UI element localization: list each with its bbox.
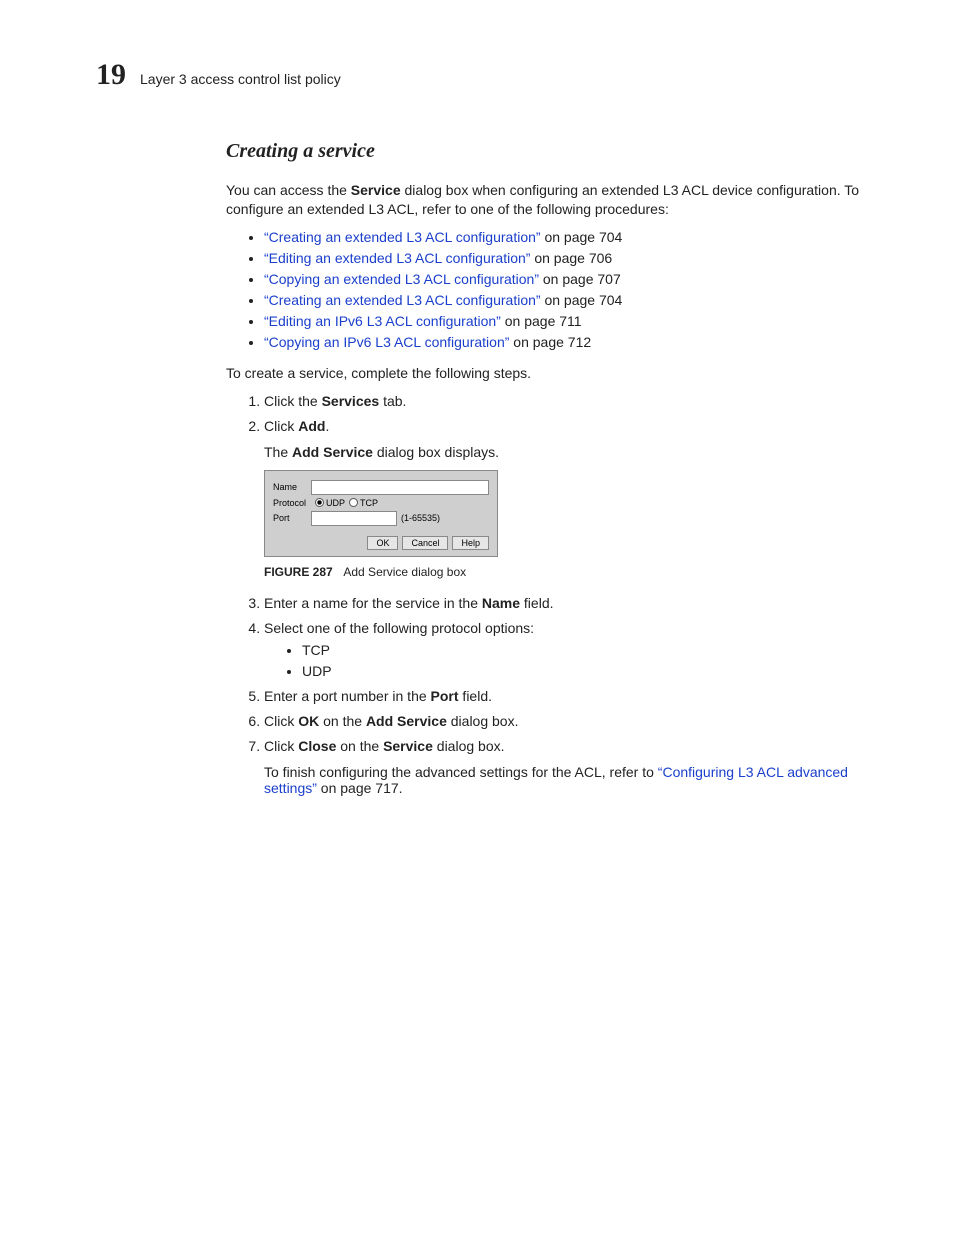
step-5: Enter a port number in the Port field. (264, 688, 898, 704)
list-item: UDP (302, 663, 898, 679)
ok-button[interactable]: OK (367, 536, 398, 550)
xref-link[interactable]: “Editing an extended L3 ACL configuratio… (264, 250, 530, 266)
text: field. (459, 688, 492, 704)
list-item: TCP (302, 642, 898, 658)
udp-radio[interactable] (315, 498, 324, 507)
text-bold: Services (322, 393, 380, 409)
list-item: “Creating an extended L3 ACL configurati… (264, 292, 898, 308)
text: The (264, 444, 292, 460)
step-1: Click the Services tab. (264, 393, 898, 409)
step-7: Click Close on the Service dialog box. T… (264, 738, 898, 796)
dialog-port-label: Port (273, 513, 311, 523)
xref-link[interactable]: “Copying an extended L3 ACL configuratio… (264, 271, 539, 287)
text: dialog box. (447, 713, 519, 729)
xref-page: on page 706 (530, 250, 612, 266)
list-item: “Editing an IPv6 L3 ACL configuration” o… (264, 313, 898, 329)
cancel-button[interactable]: Cancel (402, 536, 448, 550)
text-bold: Port (431, 688, 459, 704)
xref-link[interactable]: “Creating an extended L3 ACL configurati… (264, 229, 541, 245)
step-sub: The Add Service dialog box displays. (264, 444, 898, 460)
xref-page: on page 712 (509, 334, 591, 350)
step-6: Click OK on the Add Service dialog box. (264, 713, 898, 729)
name-field[interactable] (311, 480, 489, 495)
step-2: Click Add. The Add Service dialog box di… (264, 418, 898, 579)
chapter-number: 19 (96, 58, 126, 92)
text: . (325, 418, 329, 434)
intro-paragraph: You can access the Service dialog box wh… (226, 181, 898, 219)
udp-radio-label: UDP (326, 498, 345, 508)
tcp-radio[interactable] (349, 498, 358, 507)
text-bold: Name (482, 595, 520, 611)
tcp-radio-label: TCP (360, 498, 378, 508)
xref-page: on page 704 (541, 229, 623, 245)
text-bold: Service (351, 182, 401, 198)
text: Enter a name for the service in the (264, 595, 482, 611)
text: dialog box. (433, 738, 505, 754)
step-sub: To finish configuring the advanced setti… (264, 764, 898, 796)
text: Enter a port number in the (264, 688, 431, 704)
procedure-steps: Click the Services tab. Click Add. The A… (226, 393, 898, 796)
text-bold: Service (383, 738, 433, 754)
text: on the (336, 738, 383, 754)
text: tab. (379, 393, 406, 409)
figure-label: FIGURE 287 (264, 565, 333, 579)
add-service-dialog: Name Protocol UDP TCP Port (1-65535) (264, 470, 498, 557)
protocol-options: TCP UDP (264, 642, 898, 679)
port-field[interactable] (311, 511, 397, 526)
dialog-name-label: Name (273, 482, 311, 492)
figure-title: Add Service dialog box (343, 565, 466, 579)
text: dialog box displays. (373, 444, 499, 460)
step-4: Select one of the following protocol opt… (264, 620, 898, 679)
text: Click the (264, 393, 322, 409)
step-3: Enter a name for the service in the Name… (264, 595, 898, 611)
help-button[interactable]: Help (452, 536, 489, 550)
text-bold: Close (298, 738, 336, 754)
figure-caption: FIGURE 287 Add Service dialog box (264, 565, 898, 579)
xref-link[interactable]: “Copying an IPv6 L3 ACL configuration” (264, 334, 509, 350)
xref-link[interactable]: “Editing an IPv6 L3 ACL configuration” (264, 313, 501, 329)
xref-page: on page 707 (539, 271, 621, 287)
list-item: “Copying an extended L3 ACL configuratio… (264, 271, 898, 287)
text: on the (319, 713, 366, 729)
text: You can access the (226, 182, 351, 198)
xref-list: “Creating an extended L3 ACL configurati… (226, 229, 898, 350)
text: Select one of the following protocol opt… (264, 620, 534, 636)
section-heading: Creating a service (226, 140, 898, 163)
text-bold: Add (298, 418, 325, 434)
list-item: “Copying an IPv6 L3 ACL configuration” o… (264, 334, 898, 350)
chapter-title: Layer 3 access control list policy (140, 71, 341, 87)
text: Click (264, 713, 298, 729)
list-item: “Editing an extended L3 ACL configuratio… (264, 250, 898, 266)
dialog-protocol-label: Protocol (273, 498, 311, 508)
text-bold: OK (298, 713, 319, 729)
text: on page 717. (317, 780, 403, 796)
content-column: Creating a service You can access the Se… (226, 140, 898, 796)
xref-page: on page 704 (541, 292, 623, 308)
running-header: 19 Layer 3 access control list policy (96, 58, 894, 92)
text-bold: Add Service (292, 444, 373, 460)
text: Click (264, 418, 298, 434)
list-item: “Creating an extended L3 ACL configurati… (264, 229, 898, 245)
port-hint: (1-65535) (401, 513, 440, 523)
text: To finish configuring the advanced setti… (264, 764, 658, 780)
text-bold: Add Service (366, 713, 447, 729)
lead-in: To create a service, complete the follow… (226, 364, 898, 383)
xref-link[interactable]: “Creating an extended L3 ACL configurati… (264, 292, 541, 308)
text: field. (520, 595, 553, 611)
xref-page: on page 711 (501, 313, 582, 329)
text: Click (264, 738, 298, 754)
